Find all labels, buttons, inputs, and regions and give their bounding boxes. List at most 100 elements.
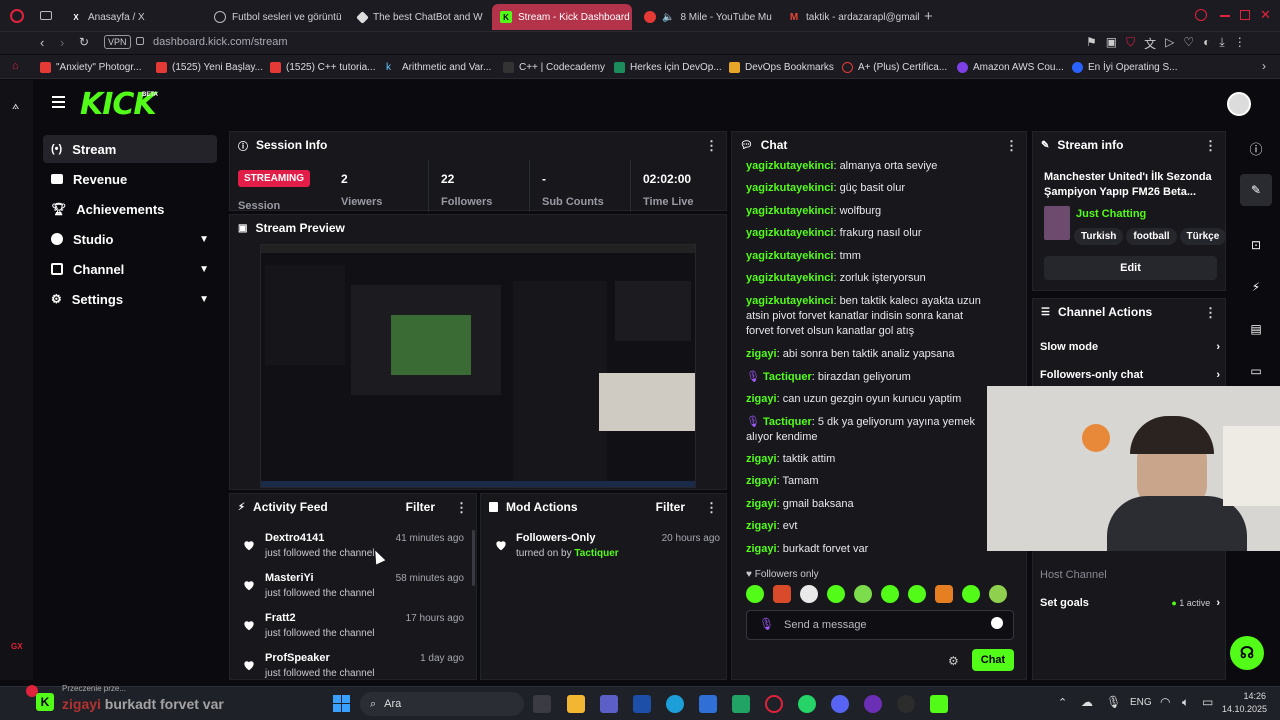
more-options-icon[interactable]: ⋮ [1204, 139, 1217, 152]
bookmark-item[interactable]: "Anxiety" Photogr... [40, 59, 141, 75]
emote[interactable] [773, 585, 791, 603]
emote[interactable] [881, 585, 899, 603]
bookmark-item[interactable]: DevOps Bookmarks [729, 59, 834, 75]
kick-notification-icon[interactable]: K [36, 693, 54, 711]
bookmark-item[interactable]: Herkes için DevOp... [614, 59, 722, 75]
pin-icon[interactable]: ⚑ [1086, 35, 1097, 52]
search-tabs-icon[interactable] [1195, 9, 1207, 21]
bookmark-item[interactable]: (1525) C++ tutoria... [270, 59, 376, 75]
kick-taskbar-icon[interactable] [930, 695, 948, 713]
sidebar-item-stream[interactable]: (•) Stream [43, 135, 217, 163]
translate-icon[interactable]: 文 [1144, 35, 1156, 52]
tag[interactable]: Turkish [1074, 228, 1124, 245]
category-name[interactable]: Just Chatting [1076, 208, 1146, 220]
close-window-button[interactable]: ✕ [1260, 7, 1271, 23]
camera-icon[interactable]: ⊡ [1240, 229, 1272, 261]
minimize-button[interactable] [1220, 15, 1230, 17]
maximize-button[interactable] [1240, 10, 1250, 20]
moderator-name[interactable]: Tactiquer [574, 548, 618, 559]
more-options-icon[interactable]: ⋮ [455, 501, 468, 514]
filter-button[interactable]: Filter [656, 500, 685, 514]
edit-icon[interactable]: ✎ [1240, 174, 1272, 206]
more-options-icon[interactable]: ⋮ [1204, 306, 1217, 319]
bookmark-item[interactable]: (1525) Yeni Başlay... [156, 59, 263, 75]
support-button[interactable]: ☊ [1230, 636, 1264, 670]
tab-kick-dashboard[interactable]: K Stream - Kick Dashboard [492, 4, 632, 30]
language-indicator[interactable]: ENG [1130, 697, 1152, 708]
emote[interactable] [854, 585, 872, 603]
clock[interactable]: 14:26 14.10.2025 [1222, 690, 1267, 716]
sidebar-item-achievements[interactable]: 🏆︎ Achievements [43, 195, 217, 223]
shield-icon[interactable]: ⛉ [1126, 35, 1135, 52]
hamburger-menu-icon[interactable] [52, 96, 65, 108]
download-icon[interactable]: ⤓ [1219, 35, 1224, 52]
host-channel-action[interactable]: Host Channel [1040, 569, 1107, 581]
user-avatar[interactable] [1227, 92, 1251, 116]
store-icon[interactable] [633, 695, 651, 713]
tray-overflow-icon[interactable]: ⌃ [1058, 696, 1067, 709]
discord-icon[interactable] [831, 695, 849, 713]
emote[interactable] [746, 585, 764, 603]
file-explorer-icon[interactable] [567, 695, 585, 713]
emote[interactable] [989, 585, 1007, 603]
chat-settings-icon[interactable]: ⚙ [948, 654, 959, 668]
emote[interactable] [800, 585, 818, 603]
set-goals-action[interactable]: Set goals ● 1 active › [1040, 597, 1220, 609]
tag[interactable]: football [1126, 228, 1177, 245]
sidebar-item-revenue[interactable]: Revenue [43, 165, 217, 193]
sidebar-item-channel[interactable]: Channel ▼ [43, 255, 217, 283]
new-tab-button[interactable]: + [924, 8, 933, 25]
bookmark-item[interactable]: A+ (Plus) Certifica... [842, 59, 947, 75]
forward-icon[interactable]: › [60, 35, 64, 50]
emote[interactable] [935, 585, 953, 603]
emote[interactable] [908, 585, 926, 603]
bookmark-item[interactable]: C++ | Codecademy [503, 59, 605, 75]
app-24-icon[interactable] [864, 695, 882, 713]
aria-icon[interactable]: ⟑ [12, 98, 19, 113]
lightning-icon[interactable]: ⚡︎ [1240, 271, 1272, 303]
wifi-icon[interactable]: ◠ [1160, 695, 1170, 709]
scrollbar[interactable] [472, 530, 475, 586]
reload-icon[interactable]: ↻ [79, 35, 89, 49]
category-thumbnail[interactable] [1044, 206, 1070, 240]
back-icon[interactable]: ‹ [40, 35, 44, 50]
opera-gx-taskbar-icon[interactable] [765, 695, 783, 713]
bookmark-item[interactable]: k Arithmetic and Var... [386, 59, 491, 75]
vpn-badge[interactable]: VPN [104, 35, 131, 49]
url-field[interactable]: dashboard.kick.com/stream [153, 36, 288, 48]
bookmark-item[interactable]: En İyi Operating S... [1072, 59, 1178, 75]
tab-gmail[interactable]: M taktik - ardazarapl@gmail [780, 4, 920, 30]
microphone-tray-icon[interactable]: 🎙︎ [1106, 695, 1121, 709]
more-bookmarks-icon[interactable]: › [1262, 59, 1266, 73]
taskbar-search[interactable]: ⌕ Ara [360, 692, 524, 716]
slow-mode-action[interactable]: Slow mode › [1040, 341, 1220, 353]
send-chat-button[interactable]: Chat [972, 649, 1014, 671]
profile-icon[interactable]: ◐ [1203, 35, 1210, 52]
edit-stream-button[interactable]: Edit [1044, 256, 1217, 280]
bookmark-item[interactable]: Amazon AWS Cou... [957, 59, 1064, 75]
tag[interactable]: Türkçe [1179, 228, 1227, 245]
emote[interactable] [827, 585, 845, 603]
volume-icon[interactable]: 🔈︎ [1182, 695, 1189, 710]
filter-button[interactable]: Filter [406, 500, 435, 514]
more-options-icon[interactable]: ⋮ [705, 501, 718, 514]
speed-dial-icon[interactable]: ⌂ [12, 60, 19, 72]
emote[interactable] [962, 585, 980, 603]
tab-twitter[interactable]: X Anasayfa / X [62, 4, 202, 30]
windows-start-icon[interactable] [333, 695, 350, 712]
snapshot-icon[interactable]: ▣ [1106, 35, 1117, 52]
heart-icon[interactable]: ♡ [1183, 35, 1194, 52]
tab-workspace-icon[interactable] [40, 11, 52, 20]
cloud-icon[interactable]: ☁ [1081, 695, 1093, 709]
chat-icon[interactable]: ▭ [1240, 355, 1272, 387]
emoji-icon[interactable] [991, 617, 1003, 629]
tab-youtube[interactable]: 🔈 8 Mile - YouTube Mu [636, 4, 776, 30]
sidebar-item-settings[interactable]: ⚙ Settings ▼ [43, 285, 217, 313]
tab-futbol[interactable]: Futbol sesleri ve görüntü [206, 4, 346, 30]
play-icon[interactable]: ▷ [1165, 35, 1174, 52]
chat-input[interactable]: 🎙︎ Send a message [746, 610, 1014, 640]
more-options-icon[interactable]: ⋮ [1005, 139, 1018, 152]
excel-icon[interactable] [732, 695, 750, 713]
edge-icon[interactable] [666, 695, 684, 713]
info-icon[interactable]: ⓘ [1240, 132, 1272, 164]
